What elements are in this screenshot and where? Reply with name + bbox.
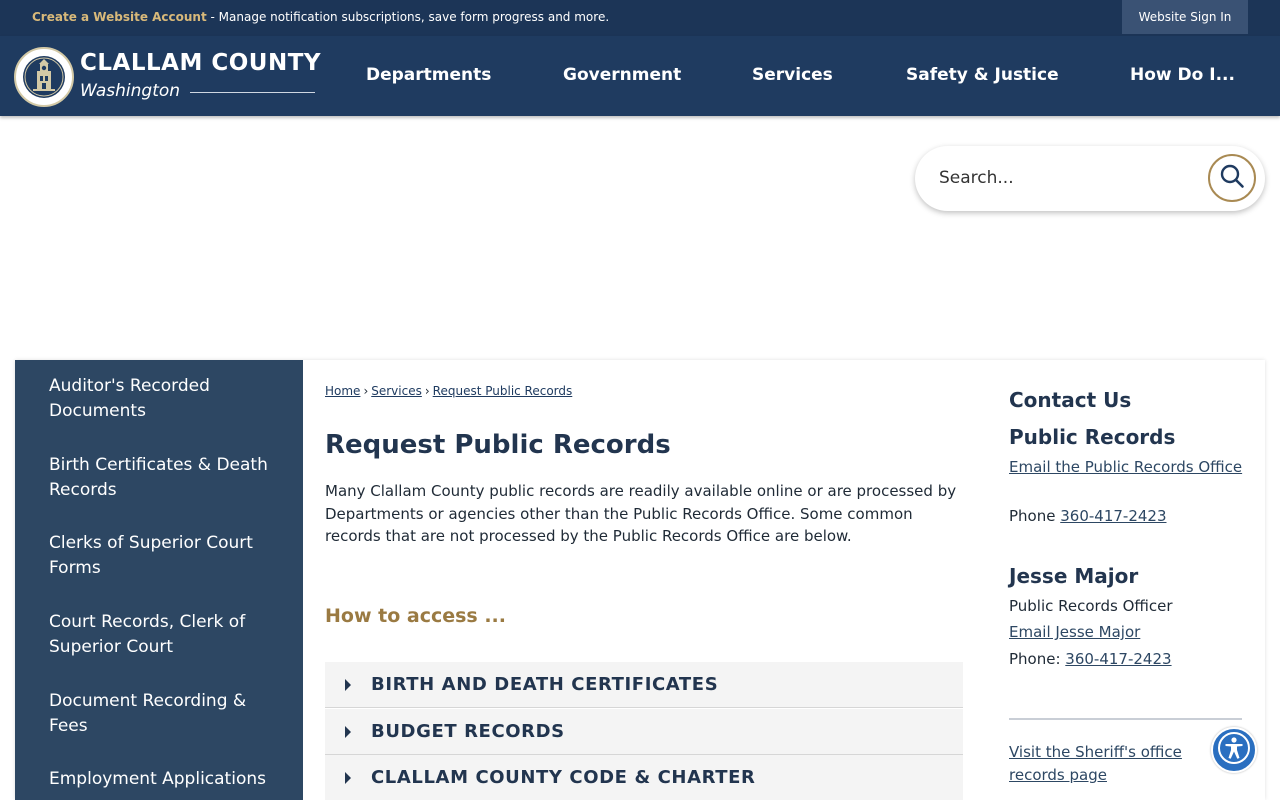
public-records-heading: Public Records <box>1009 425 1176 449</box>
sidebar-item-birth-death-records[interactable]: Birth Certificates & Death Records <box>49 453 269 503</box>
nav-services[interactable]: Services <box>752 65 833 85</box>
sidebar-item-clerks-court-forms[interactable]: Clerks of Superior Court Forms <box>49 531 269 581</box>
site-header: CLALLAM COUNTY Washington Departments Go… <box>0 36 1280 116</box>
contact-us-heading: Contact Us <box>1009 388 1132 412</box>
contact-divider <box>1009 718 1242 720</box>
utility-bar: Create a Website Account - Manage notifi… <box>0 0 1280 36</box>
accordion-label: CLALLAM COUNTY CODE & CHARTER <box>371 767 756 788</box>
accordion-code-charter[interactable]: CLALLAM COUNTY CODE & CHARTER <box>325 755 963 800</box>
nav-government[interactable]: Government <box>563 65 681 85</box>
main-content: Home › Services › Request Public Records Req… <box>325 360 965 800</box>
caret-right-icon <box>345 772 351 784</box>
how-to-access-heading: How to access ... <box>325 605 506 627</box>
search-input[interactable] <box>939 160 1199 196</box>
officer-title: Public Records Officer <box>1009 597 1173 615</box>
accordion-label: BIRTH AND DEATH CERTIFICATES <box>371 674 719 695</box>
breadcrumb: Home › Services › Request Public Records <box>325 384 572 398</box>
office-phone: Phone 360-417-2423 <box>1009 507 1167 525</box>
logo-subtitle: Washington <box>80 81 181 101</box>
accordion-label: BUDGET RECORDS <box>371 721 565 742</box>
breadcrumb-home[interactable]: Home <box>325 384 360 398</box>
officer-phone-link[interactable]: 360-417-2423 <box>1065 650 1171 668</box>
accordion-birth-death-certificates[interactable]: BIRTH AND DEATH CERTIFICATES <box>325 662 963 708</box>
search-icon <box>1219 163 1245 193</box>
breadcrumb-services[interactable]: Services <box>371 384 422 398</box>
site-logo[interactable]: CLALLAM COUNTY Washington <box>14 47 321 107</box>
breadcrumb-separator: › <box>363 384 369 398</box>
nav-how-do-i[interactable]: How Do I... <box>1130 65 1235 85</box>
office-phone-link[interactable]: 360-417-2423 <box>1060 507 1166 525</box>
website-sign-in-button[interactable]: Website Sign In <box>1122 0 1248 34</box>
nav-safety-justice[interactable]: Safety & Justice <box>906 65 1059 85</box>
sheriff-records-link[interactable]: Visit the Sheriff's office records page <box>1009 743 1182 784</box>
officer-name: Jesse Major <box>1009 564 1139 588</box>
create-account-link[interactable]: Create a Website Account <box>32 10 207 24</box>
email-officer-link[interactable]: Email Jesse Major <box>1009 623 1140 641</box>
logo-divider <box>190 92 315 93</box>
contact-sidebar: Contact Us Public Records Email the Publ… <box>1009 360 1249 800</box>
sidebar-item-auditors-recorded-documents[interactable]: Auditor's Recorded Documents <box>49 374 269 424</box>
search-button[interactable] <box>1208 154 1256 202</box>
breadcrumb-separator: › <box>424 384 430 398</box>
accessibility-icon <box>1217 731 1251 769</box>
phone-label: Phone <box>1009 507 1061 525</box>
sidebar-item-document-recording[interactable]: Document Recording & Fees <box>49 689 269 739</box>
accessibility-button[interactable] <box>1211 727 1257 773</box>
phone-label: Phone: <box>1009 650 1066 668</box>
accordion-budget-records[interactable]: BUDGET RECORDS <box>325 709 963 755</box>
county-seal-icon <box>14 47 74 107</box>
officer-phone: Phone: 360-417-2423 <box>1009 650 1172 668</box>
page-container: Auditor's Recorded Documents Birth Certi… <box>15 360 1265 800</box>
sidebar-item-employment-applications[interactable]: Employment Applications <box>49 767 269 792</box>
page-title: Request Public Records <box>325 430 671 460</box>
account-notice-text: - Manage notification subscriptions, sav… <box>206 10 610 24</box>
email-public-records-link[interactable]: Email the Public Records Office <box>1009 458 1242 476</box>
intro-text: Many Clallam County public records are r… <box>325 482 957 545</box>
caret-right-icon <box>345 679 351 691</box>
account-notice: Create a Website Account - Manage notifi… <box>32 10 609 24</box>
sidebar-nav: Auditor's Recorded Documents Birth Certi… <box>15 360 303 800</box>
caret-right-icon <box>345 726 351 738</box>
logo-title: CLALLAM COUNTY <box>80 50 322 76</box>
breadcrumb-current[interactable]: Request Public Records <box>433 384 573 398</box>
sidebar-item-court-records[interactable]: Court Records, Clerk of Superior Court <box>49 610 269 660</box>
nav-departments[interactable]: Departments <box>366 65 491 85</box>
site-search <box>915 146 1265 211</box>
